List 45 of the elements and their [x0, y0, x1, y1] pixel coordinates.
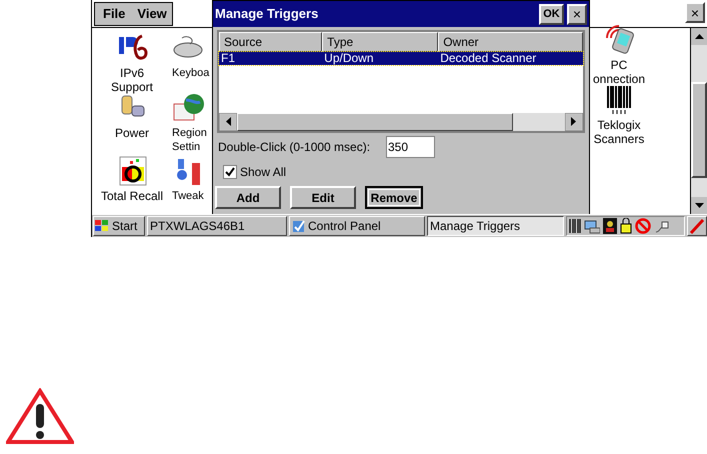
close-button[interactable]: ×: [685, 2, 705, 23]
table-cell-text: Up/Down: [323, 52, 375, 65]
icon-label[interactable]: PC onnection: [592, 58, 646, 86]
field-label: Double-Click (0-1000 msec):: [218, 139, 372, 156]
icon-label[interactable]: Teklogix Scanners: [594, 118, 644, 146]
handheld-device-icon: [603, 24, 635, 56]
taskbar-button[interactable]: PTXWLAGS46B1: [147, 216, 287, 236]
icon-label[interactable]: Total Recall: [100, 189, 164, 203]
barcode-icon: [569, 218, 581, 234]
taskbar-button[interactable]: Manage Triggers: [427, 216, 564, 236]
icon-label[interactable]: IPv6 Support: [110, 66, 154, 94]
dialog-button[interactable]: Remove: [365, 186, 423, 209]
windows-flag-icon: [94, 219, 110, 233]
dialog-button[interactable]: Add: [215, 186, 281, 209]
dialog-button[interactable]: Edit: [290, 186, 356, 209]
icon-label[interactable]: Keyboa: [172, 66, 210, 80]
scroll-thumb[interactable]: [691, 82, 707, 178]
pen-button[interactable]: [687, 216, 707, 236]
menu-item[interactable]: File: [103, 4, 126, 24]
checkmark-icon: [225, 167, 235, 177]
ok-button[interactable]: OK: [539, 4, 564, 24]
checkbox[interactable]: [223, 165, 237, 179]
menu-item[interactable]: View: [137, 4, 167, 24]
table-cell-text: Decoded Scanner: [439, 52, 538, 65]
horizontal-scrollbar[interactable]: [219, 113, 583, 131]
checkbox-label[interactable]: Show All: [240, 163, 286, 181]
close-button[interactable]: ×: [567, 4, 587, 24]
column-header[interactable]: Owner: [438, 32, 583, 52]
taskbar-button[interactable]: Control Panel: [289, 216, 425, 236]
pen-icon: [689, 218, 705, 234]
scrollbar[interactable]: [690, 28, 707, 214]
no-sign-icon: [635, 218, 651, 234]
icon-label[interactable]: Power: [114, 126, 149, 140]
network-icon: [584, 218, 600, 234]
warning-icon: [6, 388, 74, 444]
battery-lock-icon: [620, 218, 632, 234]
input-field[interactable]: 350: [386, 136, 435, 158]
window-title: Manage Triggers: [215, 5, 320, 24]
start-button[interactable]: Start: [93, 216, 145, 236]
icon-label[interactable]: Tweak: [172, 189, 204, 203]
icon-label[interactable]: Region Settin: [172, 126, 207, 154]
column-header[interactable]: Type: [322, 32, 438, 52]
column-header[interactable]: Source: [219, 32, 322, 52]
list-row[interactable]: F1 Up/Down Decoded Scanner: [219, 52, 583, 65]
table-cell-text: F1: [220, 52, 236, 65]
